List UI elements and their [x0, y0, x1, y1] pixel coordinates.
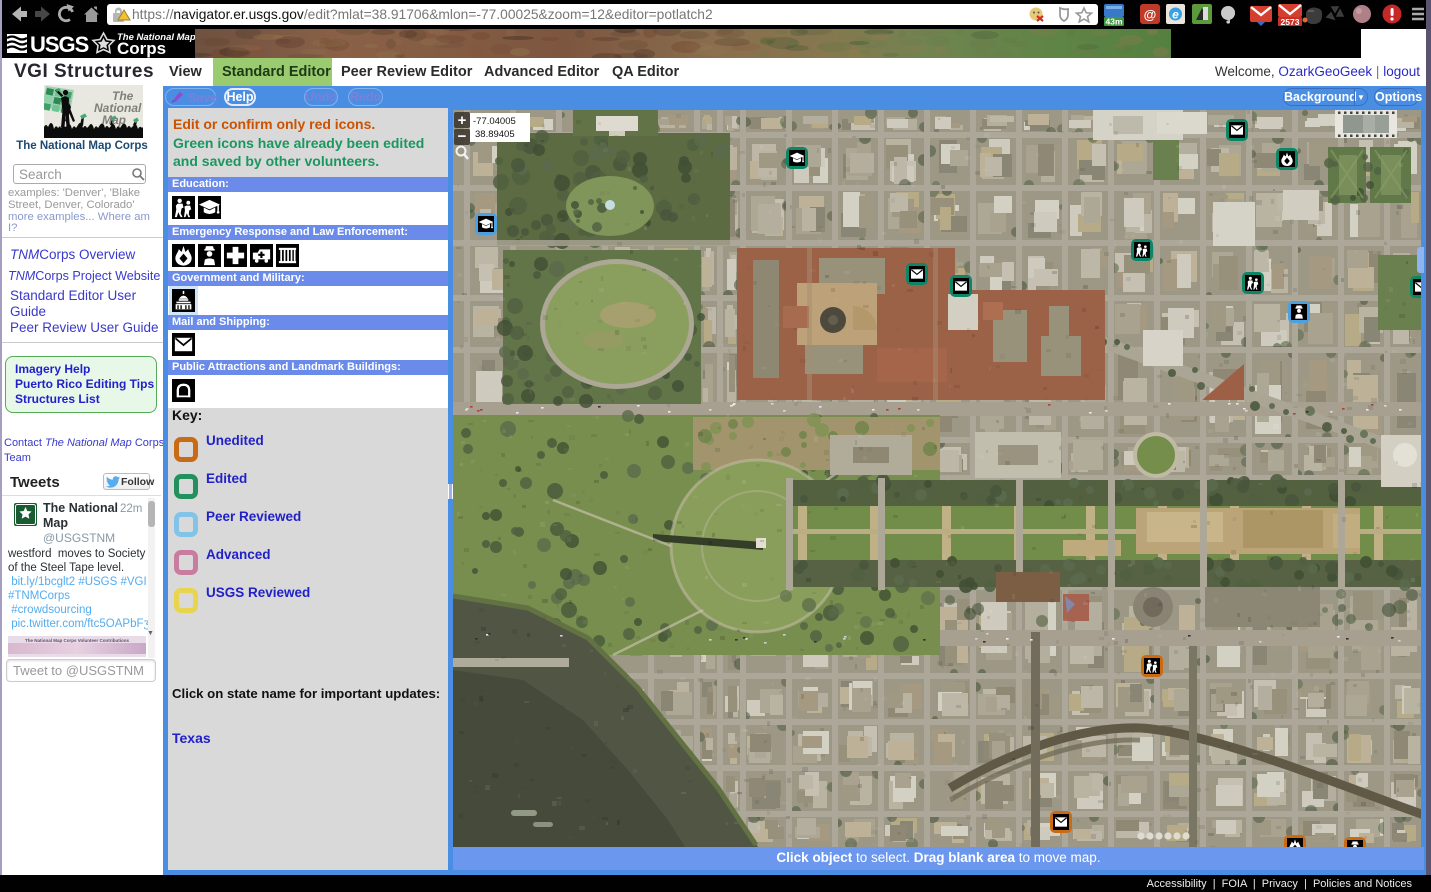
svg-text:38.89405: 38.89405	[475, 129, 515, 140]
svg-text:USGS: USGS	[30, 32, 89, 57]
svg-text:e: e	[1172, 8, 1179, 22]
svg-text:Map: Map	[102, 113, 126, 127]
svg-text:@: @	[1144, 7, 1157, 22]
svg-text:43m: 43m	[1105, 17, 1122, 27]
svg-text:−: −	[458, 128, 467, 145]
svg-text:-77.04005: -77.04005	[473, 116, 516, 127]
svg-text:2573: 2573	[1281, 17, 1300, 27]
svg-text:+: +	[458, 112, 467, 129]
svg-text:Corps: Corps	[117, 39, 166, 58]
